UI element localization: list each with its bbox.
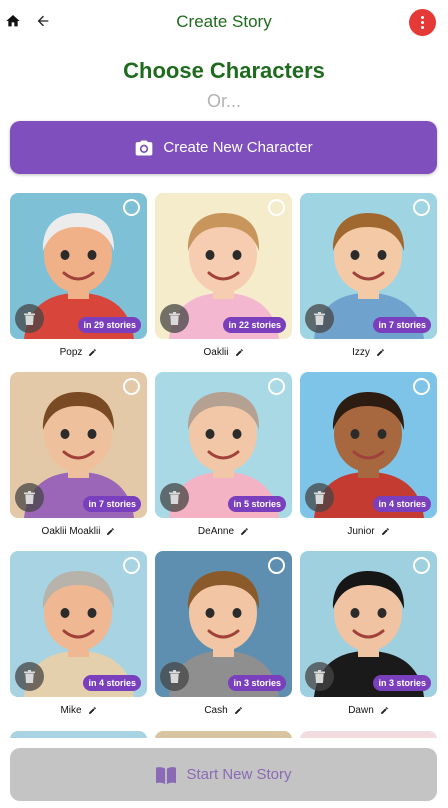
character-card[interactable]: in 22 stories bbox=[155, 193, 292, 339]
select-radio[interactable] bbox=[413, 199, 430, 216]
start-new-story-button[interactable]: Start New Story bbox=[10, 748, 437, 801]
delete-character-button[interactable] bbox=[15, 662, 44, 691]
character-card[interactable]: in 7 stories bbox=[10, 372, 147, 518]
character-name-row: DeAnne bbox=[155, 523, 292, 539]
select-radio[interactable] bbox=[268, 199, 285, 216]
character-name-row: Mike bbox=[10, 702, 147, 718]
character-name: Popz bbox=[59, 346, 83, 358]
delete-character-button[interactable] bbox=[305, 662, 334, 691]
story-count-badge: in 4 stories bbox=[83, 675, 141, 691]
trash-icon bbox=[314, 670, 325, 683]
character-grid: in 29 stories Popz in 22 stories Oaklii in 7… bbox=[0, 0, 448, 808]
character-card[interactable]: in 3 stories bbox=[300, 551, 437, 697]
character-card[interactable]: in 4 stories bbox=[300, 372, 437, 518]
book-icon bbox=[156, 766, 177, 784]
character-name-row: Izzy bbox=[300, 344, 437, 360]
edit-pencil-icon[interactable] bbox=[376, 348, 385, 357]
story-count-badge: in 7 stories bbox=[373, 317, 431, 333]
character-name-row: Junior bbox=[300, 523, 437, 539]
delete-character-button[interactable] bbox=[305, 483, 334, 512]
trash-icon bbox=[24, 491, 35, 504]
select-radio[interactable] bbox=[268, 378, 285, 395]
character-card[interactable]: in 3 stories bbox=[155, 551, 292, 697]
trash-icon bbox=[169, 670, 180, 683]
select-radio[interactable] bbox=[123, 199, 140, 216]
story-count-badge: in 3 stories bbox=[228, 675, 286, 691]
delete-character-button[interactable] bbox=[160, 304, 189, 333]
character-name-row: Dawn bbox=[300, 702, 437, 718]
delete-character-button[interactable] bbox=[305, 304, 334, 333]
edit-pencil-icon[interactable] bbox=[234, 706, 243, 715]
select-radio[interactable] bbox=[268, 557, 285, 574]
delete-character-button[interactable] bbox=[160, 483, 189, 512]
story-count-badge: in 29 stories bbox=[78, 317, 141, 333]
story-count-badge: in 22 stories bbox=[223, 317, 286, 333]
select-radio[interactable] bbox=[123, 557, 140, 574]
edit-pencil-icon[interactable] bbox=[380, 706, 389, 715]
character-card[interactable]: in 29 stories bbox=[10, 193, 147, 339]
trash-icon bbox=[24, 670, 35, 683]
edit-pencil-icon[interactable] bbox=[235, 348, 244, 357]
character-name: Oaklii bbox=[203, 346, 229, 358]
character-name: Cash bbox=[204, 704, 228, 716]
trash-icon bbox=[169, 491, 180, 504]
delete-character-button[interactable] bbox=[160, 662, 189, 691]
character-name: DeAnne bbox=[197, 525, 235, 537]
story-count-badge: in 7 stories bbox=[83, 496, 141, 512]
character-name: Junior bbox=[347, 525, 375, 537]
character-card[interactable]: in 4 stories bbox=[10, 551, 147, 697]
character-card[interactable]: in 5 stories bbox=[155, 372, 292, 518]
character-name-row: Popz bbox=[10, 344, 147, 360]
character-name-row: Oaklii bbox=[155, 344, 292, 360]
delete-character-button[interactable] bbox=[15, 483, 44, 512]
trash-icon bbox=[24, 312, 35, 325]
edit-pencil-icon[interactable] bbox=[240, 527, 249, 536]
trash-icon bbox=[314, 312, 325, 325]
select-radio[interactable] bbox=[123, 378, 140, 395]
edit-pencil-icon[interactable] bbox=[106, 527, 115, 536]
story-count-badge: in 4 stories bbox=[373, 496, 431, 512]
trash-icon bbox=[314, 491, 325, 504]
edit-pencil-icon[interactable] bbox=[381, 527, 390, 536]
story-count-badge: in 5 stories bbox=[228, 496, 286, 512]
select-radio[interactable] bbox=[413, 378, 430, 395]
character-name-row: Oaklii Moaklii bbox=[10, 523, 147, 539]
character-name: Mike bbox=[60, 704, 82, 716]
trash-icon bbox=[169, 312, 180, 325]
character-name-row: Cash bbox=[155, 702, 292, 718]
character-name: Izzy bbox=[352, 346, 370, 358]
start-new-story-label: Start New Story bbox=[186, 766, 292, 783]
delete-character-button[interactable] bbox=[15, 304, 44, 333]
story-count-badge: in 3 stories bbox=[373, 675, 431, 691]
character-card[interactable]: in 7 stories bbox=[300, 193, 437, 339]
character-name: Dawn bbox=[348, 704, 374, 716]
edit-pencil-icon[interactable] bbox=[88, 706, 97, 715]
edit-pencil-icon[interactable] bbox=[88, 348, 97, 357]
select-radio[interactable] bbox=[413, 557, 430, 574]
character-name: Oaklii Moaklii bbox=[41, 525, 101, 537]
